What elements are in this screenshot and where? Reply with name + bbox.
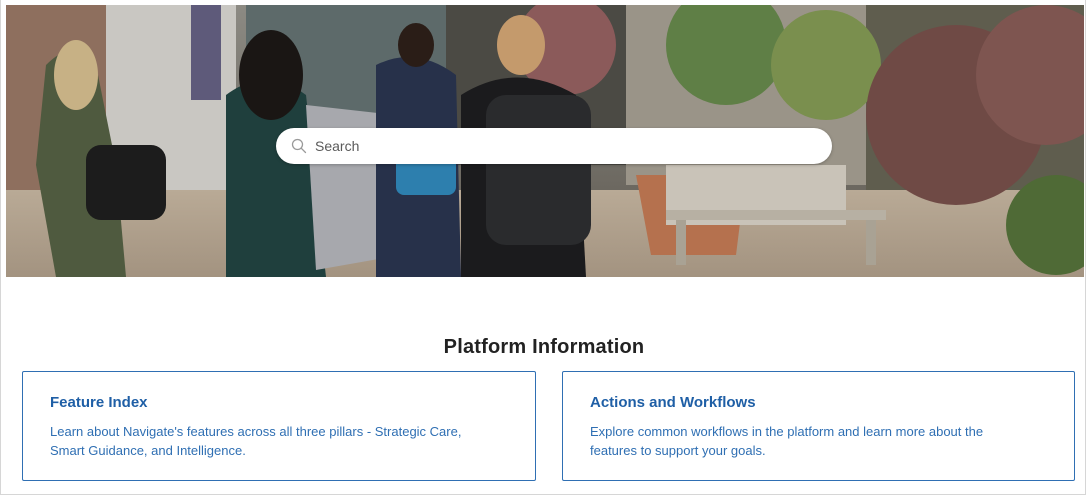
- card-title[interactable]: Actions and Workflows: [590, 394, 1047, 411]
- card-description: Learn about Navigate's features across a…: [50, 424, 462, 458]
- search-input[interactable]: [315, 138, 815, 154]
- section-title: Platform Information: [443, 336, 645, 358]
- page: Platform Information Feature Index Learn…: [0, 0, 1086, 495]
- card-description: Explore common workflows in the platform…: [590, 424, 984, 458]
- card-feature-index[interactable]: Feature Index Learn about Navigate's fea…: [22, 371, 536, 481]
- search-bar[interactable]: [276, 128, 832, 164]
- hero-banner: [6, 5, 1084, 277]
- card-actions-and-workflows[interactable]: Actions and Workflows Explore common wor…: [562, 371, 1075, 481]
- search-icon: [290, 137, 308, 155]
- card-title[interactable]: Feature Index: [50, 394, 508, 411]
